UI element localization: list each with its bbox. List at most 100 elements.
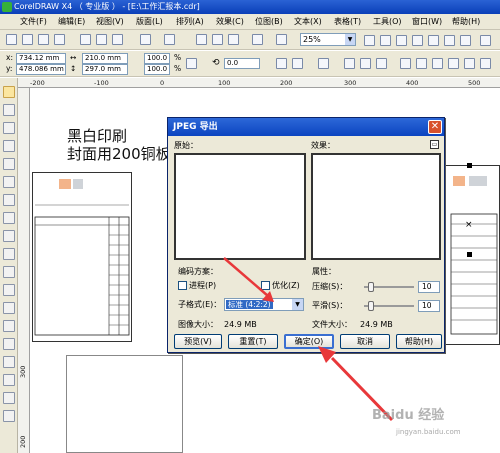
connector-tool-icon[interactable]	[3, 320, 15, 332]
zoom-height-icon[interactable]	[460, 35, 471, 46]
blend-tool-icon[interactable]	[3, 338, 15, 350]
paste-icon[interactable]	[112, 34, 123, 45]
scale-y-field[interactable]: 100.0	[144, 64, 170, 75]
menu-table[interactable]: 表格(T)	[334, 16, 361, 28]
rectangle-tool-icon[interactable]	[3, 194, 15, 206]
zoom-selected-icon[interactable]	[396, 35, 407, 46]
search-content-icon[interactable]	[196, 34, 207, 45]
scale-x-field[interactable]: 100.0	[144, 53, 170, 64]
undo-icon[interactable]	[140, 34, 151, 45]
menu-text[interactable]: 文本(X)	[294, 16, 322, 28]
options-icon[interactable]	[480, 35, 491, 46]
chevron-down-icon: ▼	[345, 34, 355, 45]
export-icon[interactable]	[228, 34, 239, 45]
vertical-ruler[interactable]: 300 200	[18, 88, 30, 453]
zoom-out-icon[interactable]	[380, 35, 391, 46]
mirror-vertical-icon[interactable]	[292, 58, 303, 69]
height-field[interactable]: 297.0 mm	[82, 64, 128, 75]
polygon-tool-icon[interactable]	[3, 230, 15, 242]
compression-input[interactable]: 10	[418, 281, 440, 293]
horizontal-ruler[interactable]: -200 -100 0 100 200 300 400 500	[18, 78, 500, 88]
dialog-title-bar[interactable]: JPEG 导出 ✕	[168, 118, 444, 136]
menu-help[interactable]: 帮助(H)	[452, 16, 480, 28]
x-position-field[interactable]: 734.12 mm	[16, 53, 66, 64]
application-launcher-icon[interactable]	[252, 34, 263, 45]
crop-tool-icon[interactable]	[3, 122, 15, 134]
slider-thumb[interactable]	[368, 301, 374, 311]
simplify-icon[interactable]	[448, 58, 459, 69]
copy-icon[interactable]	[96, 34, 107, 45]
trim-icon[interactable]	[416, 58, 427, 69]
align-icon[interactable]	[318, 58, 329, 69]
print-icon[interactable]	[54, 34, 65, 45]
basic-shapes-tool-icon[interactable]	[3, 248, 15, 260]
zoom-level-select[interactable]: 25% ▼	[300, 33, 356, 46]
effect-preview-pane[interactable]	[311, 153, 441, 260]
width-field[interactable]: 210.0 mm	[82, 53, 128, 64]
smart-fill-tool-icon[interactable]	[3, 176, 15, 188]
table-tool-icon[interactable]	[3, 284, 15, 296]
selection-handle[interactable]	[467, 252, 472, 257]
menu-edit[interactable]: 编辑(E)	[58, 16, 85, 28]
menu-window[interactable]: 窗口(W)	[412, 16, 442, 28]
dimension-tool-icon[interactable]	[3, 302, 15, 314]
group-icon[interactable]	[344, 58, 355, 69]
save-icon[interactable]	[38, 34, 49, 45]
front-minus-back-icon[interactable]	[464, 58, 475, 69]
freehand-tool-icon[interactable]	[3, 158, 15, 170]
attributes-label: 属性：	[312, 267, 336, 276]
rotation-field[interactable]: 0.0	[224, 58, 260, 69]
optimize-checkbox[interactable]	[261, 281, 270, 290]
ok-button[interactable]: 确定(O)	[284, 334, 334, 349]
back-minus-front-icon[interactable]	[480, 58, 491, 69]
mirror-horizontal-icon[interactable]	[276, 58, 287, 69]
open-folder-icon[interactable]	[22, 34, 33, 45]
menu-layout[interactable]: 版面(L)	[136, 16, 163, 28]
ellipse-tool-icon[interactable]	[3, 212, 15, 224]
eyedropper-tool-icon[interactable]	[3, 356, 15, 368]
cancel-button[interactable]: 取消	[340, 334, 390, 349]
compression-slider[interactable]	[364, 282, 414, 292]
ungroup-icon[interactable]	[360, 58, 371, 69]
menu-view[interactable]: 视图(V)	[96, 16, 124, 28]
shape-tool-icon[interactable]	[3, 104, 15, 116]
menu-tools[interactable]: 工具(O)	[373, 16, 402, 28]
smoothing-input[interactable]: 10	[418, 300, 440, 312]
original-preview-pane[interactable]	[174, 153, 306, 260]
menu-effects[interactable]: 效果(C)	[216, 16, 244, 28]
subformat-select[interactable]: 标准 (4:2:2) ▼	[224, 298, 304, 311]
outline-tool-icon[interactable]	[3, 374, 15, 386]
cut-icon[interactable]	[80, 34, 91, 45]
menu-bar: 文件(F) 编辑(E) 视图(V) 版面(L) 排列(A) 效果(C) 位图(B…	[0, 14, 500, 30]
reset-button[interactable]: 重置(T)	[228, 334, 278, 349]
ungroup-all-icon[interactable]	[376, 58, 387, 69]
smoothing-slider[interactable]	[364, 301, 414, 311]
selection-handle[interactable]	[467, 163, 472, 168]
menu-arrange[interactable]: 排列(A)	[176, 16, 204, 28]
close-icon[interactable]: ✕	[428, 120, 442, 134]
fill-tool-icon[interactable]	[3, 392, 15, 404]
zoom-all-icon[interactable]	[412, 35, 423, 46]
lock-ratio-icon[interactable]	[186, 58, 197, 69]
new-document-icon[interactable]	[6, 34, 17, 45]
zoom-tool-icon[interactable]	[3, 140, 15, 152]
weld-icon[interactable]	[400, 58, 411, 69]
pick-tool-icon[interactable]	[3, 86, 15, 98]
menu-bitmaps[interactable]: 位图(B)	[255, 16, 283, 28]
slider-thumb[interactable]	[368, 282, 374, 292]
welcome-screen-icon[interactable]	[276, 34, 287, 45]
preview-button[interactable]: 预览(V)	[174, 334, 222, 349]
intersect-icon[interactable]	[432, 58, 443, 69]
import-icon[interactable]	[212, 34, 223, 45]
menu-file[interactable]: 文件(F)	[20, 16, 47, 28]
help-button[interactable]: 帮助(H)	[396, 334, 442, 349]
preview-toggle-icon[interactable]: ▭	[430, 140, 439, 149]
zoom-in-icon[interactable]	[364, 35, 375, 46]
zoom-width-icon[interactable]	[444, 35, 455, 46]
text-tool-icon[interactable]	[3, 266, 15, 278]
zoom-page-icon[interactable]	[428, 35, 439, 46]
y-position-field[interactable]: 478.086 mm	[16, 64, 66, 75]
progressive-checkbox[interactable]	[178, 281, 187, 290]
redo-icon[interactable]	[164, 34, 175, 45]
interactive-fill-tool-icon[interactable]	[3, 410, 15, 422]
